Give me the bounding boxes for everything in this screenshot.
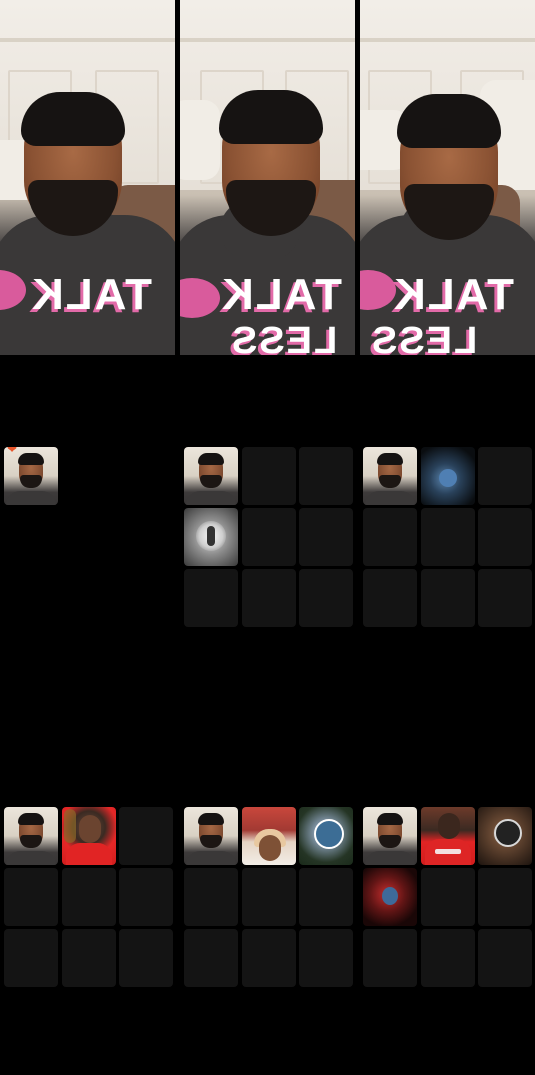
guest-tile[interactable]: [184, 508, 238, 566]
empty-seat-tile[interactable]: [184, 929, 238, 987]
heart-icon: ❤: [7, 447, 18, 456]
empty-seat-tile[interactable]: [184, 569, 238, 627]
empty-seat-tile[interactable]: [478, 508, 532, 566]
video-strip: TALK TALK LESS TALK LESS: [0, 0, 535, 355]
guest-tile[interactable]: [478, 807, 532, 865]
shirt-print-text: TALK: [392, 270, 515, 319]
empty-seat-tile[interactable]: [241, 508, 296, 566]
empty-seat-tile[interactable]: [299, 508, 353, 566]
empty-seat-tile[interactable]: [241, 929, 296, 987]
empty-seat-tile[interactable]: [478, 447, 532, 505]
shirt-print-text-2: LESS: [230, 320, 338, 355]
empty-seat-tile[interactable]: [363, 569, 417, 627]
empty-seat-tile[interactable]: [241, 447, 296, 505]
empty-seat-tile[interactable]: [420, 868, 475, 926]
guest-tile[interactable]: [420, 447, 475, 505]
empty-seat-tile[interactable]: [420, 508, 475, 566]
guest-grid-left-bottom: [4, 807, 173, 987]
empty-seat-tile[interactable]: [299, 868, 353, 926]
guest-grid-right-bottom: [363, 807, 532, 987]
empty-seat-tile[interactable]: [420, 569, 475, 627]
empty-seat-tile[interactable]: [119, 807, 173, 865]
empty-seat-tile[interactable]: [299, 569, 353, 627]
live-video-feed-center[interactable]: TALK LESS: [180, 0, 355, 355]
empty-seat-tile[interactable]: [363, 508, 417, 566]
empty-seat-tile[interactable]: [241, 868, 296, 926]
empty-seat-tile[interactable]: [478, 868, 532, 926]
empty-seat-tile[interactable]: [184, 868, 238, 926]
empty-seat-tile[interactable]: [61, 868, 116, 926]
guest-tile[interactable]: [61, 807, 116, 865]
guest-tile-host[interactable]: [184, 447, 238, 505]
guest-tile-host[interactable]: [363, 447, 417, 505]
guest-tile[interactable]: [363, 868, 417, 926]
empty-seat-tile[interactable]: [299, 447, 353, 505]
guest-grid-center-bottom: [184, 807, 353, 987]
empty-seat-tile[interactable]: [241, 569, 296, 627]
shirt-print-text: TALK: [30, 270, 153, 319]
empty-seat-tile[interactable]: [4, 868, 58, 926]
guest-tile[interactable]: [241, 807, 296, 865]
guest-tile-host[interactable]: [4, 807, 58, 865]
empty-seat-tile[interactable]: [363, 929, 417, 987]
empty-seat-tile[interactable]: [61, 929, 116, 987]
live-video-feed-right[interactable]: TALK LESS: [360, 0, 535, 355]
guest-tile-host[interactable]: [363, 807, 417, 865]
empty-seat-tile[interactable]: [478, 929, 532, 987]
empty-seat-tile[interactable]: [4, 929, 58, 987]
guest-grid-left: ❤: [4, 447, 173, 505]
empty-seat-tile[interactable]: [119, 929, 173, 987]
shirt-print-text: TALK: [220, 270, 343, 319]
empty-seat-tile[interactable]: [299, 929, 353, 987]
guest-grid-center: [184, 447, 353, 627]
guest-tile-host[interactable]: ❤: [4, 447, 58, 505]
guest-grid-right: [363, 447, 532, 627]
empty-seat-tile[interactable]: [420, 929, 475, 987]
guest-tile[interactable]: [420, 807, 475, 865]
empty-seat-tile[interactable]: [119, 868, 173, 926]
shirt-print-text-2: LESS: [370, 320, 478, 355]
empty-seat-tile[interactable]: [478, 569, 532, 627]
guest-tile-host[interactable]: [184, 807, 238, 865]
live-video-feed-left[interactable]: TALK: [0, 0, 175, 355]
guest-tile[interactable]: [299, 807, 353, 865]
